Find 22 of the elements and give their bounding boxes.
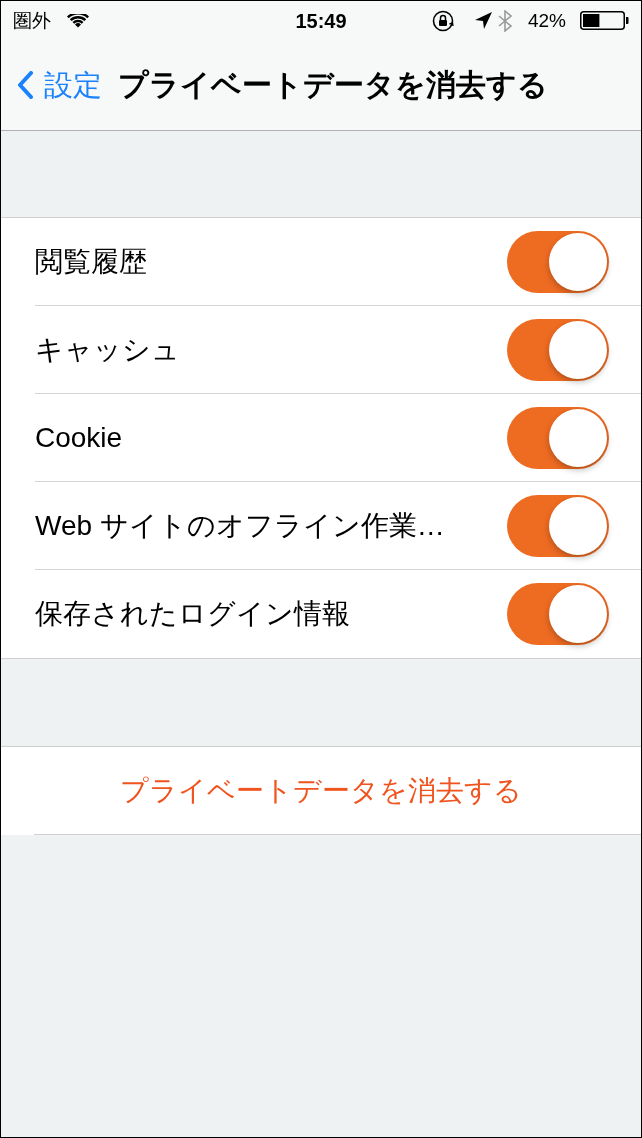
toggle-switch[interactable] <box>507 318 609 381</box>
setting-label: Cookie <box>35 423 124 452</box>
battery-icon <box>580 11 629 30</box>
battery-percent: 42% <box>527 11 566 30</box>
back-button[interactable]: 設定 <box>17 70 102 100</box>
wifi-icon <box>65 13 91 28</box>
status-time: 15:49 <box>295 10 347 31</box>
toggle-switch[interactable] <box>507 406 609 469</box>
toggle-switch[interactable] <box>507 230 609 293</box>
rotation-lock-icon <box>431 9 455 32</box>
setting-label: 閲覧履歴 <box>35 247 148 276</box>
clear-data-button[interactable]: プライベートデータを消去する <box>1 746 641 834</box>
toggle-switch[interactable] <box>507 583 609 645</box>
carrier-label: 圏外 <box>13 11 51 30</box>
back-chevron-icon <box>17 71 34 99</box>
setting-label: キャッシュ <box>35 335 181 364</box>
screen-title: プライベートデータを消去する <box>118 70 548 100</box>
setting-label: Web サイトのオフライン作業… <box>35 511 446 540</box>
bluetooth-icon <box>497 9 512 32</box>
toggle-switch[interactable] <box>507 494 609 557</box>
setting-label: 保存されたログイン情報 <box>35 600 351 628</box>
location-arrow-icon <box>474 12 492 29</box>
